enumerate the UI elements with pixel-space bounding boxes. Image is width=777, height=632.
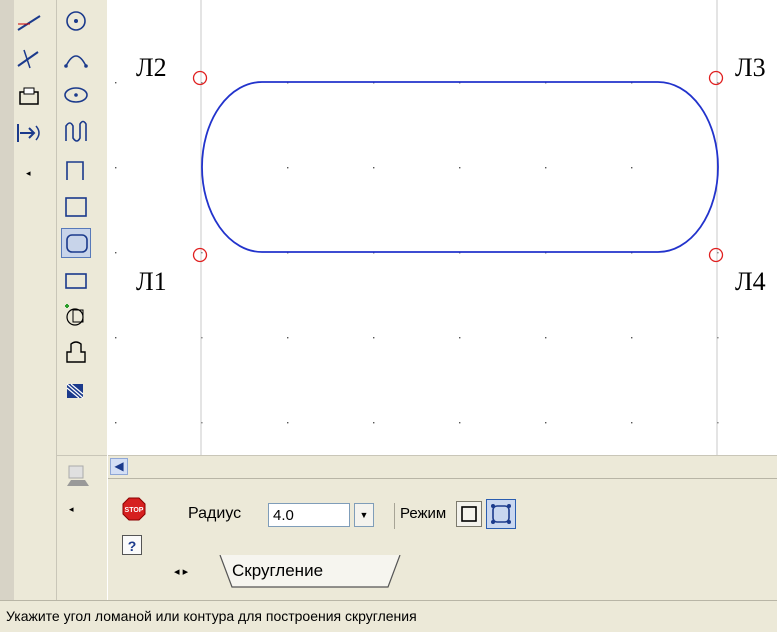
- point-label-l2: Л2: [136, 53, 167, 82]
- grid-dot: [373, 337, 375, 339]
- mode-label: Режим: [400, 505, 447, 522]
- radius-dropdown-button[interactable]: ▼: [354, 503, 374, 527]
- point-label-l1: Л1: [136, 267, 167, 296]
- toolbar-geometry-column: ◂: [57, 0, 107, 600]
- rounded-rectangle-icon[interactable]: [61, 228, 91, 258]
- grid-dot: [287, 167, 289, 169]
- rectangle-icon[interactable]: [61, 192, 91, 222]
- stop-icon: STOP: [122, 497, 146, 521]
- sharp-rectangle-icon: [461, 506, 477, 522]
- grid-dot: [631, 422, 633, 424]
- grid-dot: [459, 337, 461, 339]
- grid-dot: [287, 422, 289, 424]
- tab-fillet-label: Скругление: [232, 561, 324, 580]
- polyline-icon[interactable]: [61, 154, 91, 184]
- mode-fillet-button[interactable]: [486, 499, 516, 529]
- expand-arrow-icon[interactable]: ◂: [69, 504, 74, 515]
- grid-dot: [373, 422, 375, 424]
- toolbar-edit-column: ◂: [14, 0, 57, 600]
- horizontal-scrollbar[interactable]: ◀: [108, 455, 777, 478]
- toolbar-grip: [0, 0, 14, 600]
- hatch-icon[interactable]: [61, 376, 91, 406]
- grid-dot: [287, 337, 289, 339]
- status-bar: Укажите угол ломаной или контура для пос…: [0, 600, 777, 632]
- separator: [394, 503, 395, 529]
- svg-text:STOP: STOP: [125, 507, 144, 514]
- grid-dot: [115, 252, 117, 254]
- rectangle-stack-icon[interactable]: [14, 82, 44, 112]
- grid-dot: [631, 167, 633, 169]
- corner-marker-l3[interactable]: [708, 70, 724, 86]
- ellipse-icon[interactable]: [61, 80, 91, 110]
- trim-line-icon[interactable]: [14, 44, 44, 74]
- stop-button[interactable]: STOP: [122, 497, 146, 521]
- grid-dot: [115, 82, 117, 84]
- toolbar-divider: [57, 455, 107, 456]
- drawing-canvas[interactable]: Л2 Л3 Л1 Л4: [108, 0, 777, 455]
- contour-icon[interactable]: [61, 338, 91, 368]
- spline-icon[interactable]: [61, 116, 91, 146]
- radius-label: Радиус: [188, 505, 242, 522]
- properties-panel: STOP ? Радиус ▼ Режим ◂ ▸ Скругление: [108, 478, 777, 601]
- point-label-l3: Л3: [735, 53, 766, 82]
- join-arrow-icon[interactable]: [14, 118, 44, 148]
- rectangle-center-icon[interactable]: [61, 266, 91, 296]
- corner-marker-l4[interactable]: [708, 247, 724, 263]
- polygon-icon[interactable]: [61, 300, 91, 330]
- mode-sharp-corner-button[interactable]: [456, 501, 482, 527]
- tab-navigation-arrows[interactable]: ◂ ▸: [174, 565, 188, 578]
- grid-dot: [115, 337, 117, 339]
- circle-center-icon[interactable]: [61, 6, 91, 36]
- corner-marker-l2[interactable]: [192, 70, 208, 86]
- fillet-line-icon[interactable]: [14, 6, 44, 36]
- grid-dot: [459, 422, 461, 424]
- scroll-left-button[interactable]: ◀: [110, 458, 128, 475]
- radius-input[interactable]: [268, 503, 350, 527]
- status-text: Укажите угол ломаной или контура для пос…: [6, 608, 417, 624]
- help-button[interactable]: ?: [122, 535, 142, 555]
- point-label-l4: Л4: [735, 267, 766, 296]
- arc-icon[interactable]: [61, 44, 91, 74]
- collapsed-group-icon[interactable]: [63, 462, 93, 492]
- expand-arrow-icon[interactable]: ◂: [26, 168, 31, 179]
- fillet-rectangle-icon: [491, 504, 511, 524]
- grid-dot: [631, 337, 633, 339]
- grid-dot: [115, 167, 117, 169]
- grid-dot: [373, 167, 375, 169]
- grid-dot: [545, 422, 547, 424]
- grid-dot: [545, 337, 547, 339]
- grid-dot: [545, 167, 547, 169]
- grid-dot: [115, 422, 117, 424]
- corner-marker-l1[interactable]: [192, 247, 208, 263]
- grid-dot: [459, 167, 461, 169]
